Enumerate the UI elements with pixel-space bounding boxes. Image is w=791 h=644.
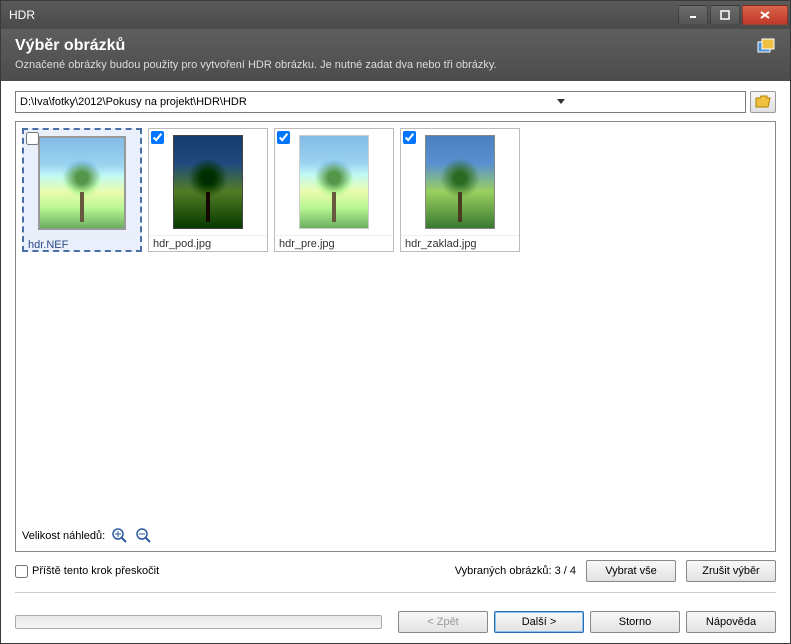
- hdr-dialog: HDR Výběr obrázků Označené obrázky budou…: [0, 0, 791, 644]
- help-button[interactable]: Nápověda: [686, 611, 776, 633]
- progress-bar: [15, 615, 382, 629]
- thumbnail-image: [275, 129, 393, 235]
- thumb-size-label: Velikost náhledů:: [22, 530, 105, 542]
- thumbnail-image: [401, 129, 519, 235]
- thumbnail-item[interactable]: hdr.NEF: [22, 128, 142, 252]
- skip-row: Příště tento krok přeskočit Vybraných ob…: [15, 552, 776, 590]
- zoom-in-icon: [112, 528, 128, 544]
- close-button[interactable]: [742, 5, 788, 25]
- thumbnail-item[interactable]: hdr_pre.jpg: [274, 128, 394, 252]
- maximize-icon: [720, 10, 730, 20]
- thumbnail-checkbox[interactable]: [277, 131, 290, 144]
- wizard-footer: < Zpět Další > Storno Nápověda: [1, 611, 790, 643]
- chevron-down-icon: [557, 99, 565, 105]
- browse-button[interactable]: [750, 91, 776, 113]
- back-button[interactable]: < Zpět: [398, 611, 488, 633]
- thumbnail-checkbox[interactable]: [26, 132, 39, 145]
- clear-selection-button[interactable]: Zrušit výběr: [686, 560, 776, 582]
- thumbnail-checkbox[interactable]: [403, 131, 416, 144]
- path-dropdown-icon[interactable]: [381, 99, 742, 105]
- thumbnail-item[interactable]: hdr_zaklad.jpg: [400, 128, 520, 252]
- header-subtitle: Označené obrázky budou použity pro vytvo…: [15, 59, 748, 71]
- zoom-out-button[interactable]: [135, 527, 153, 545]
- zoom-in-button[interactable]: [111, 527, 129, 545]
- skip-label: Příště tento krok přeskočit: [32, 565, 159, 577]
- content-area: D:\Iva\fotky\2012\Pokusy na projekt\HDR\…: [1, 81, 790, 611]
- thumbnail-filename: hdr_pod.jpg: [149, 235, 267, 252]
- window-title: HDR: [9, 8, 678, 22]
- minimize-icon: [688, 10, 698, 20]
- header-images-icon: [756, 37, 776, 57]
- window-buttons: [678, 5, 788, 25]
- zoom-out-icon: [136, 528, 152, 544]
- thumbnail-filename: hdr.NEF: [24, 236, 140, 253]
- path-row: D:\Iva\fotky\2012\Pokusy na projekt\HDR\…: [15, 91, 776, 113]
- thumbnail-image: [149, 129, 267, 235]
- skip-checkbox-label[interactable]: Příště tento krok přeskočit: [15, 565, 159, 578]
- select-all-button[interactable]: Vybrat vše: [586, 560, 676, 582]
- thumbnail-image: [24, 130, 140, 236]
- skip-checkbox[interactable]: [15, 565, 28, 578]
- next-button[interactable]: Další >: [494, 611, 584, 633]
- header-title: Výběr obrázků: [15, 37, 748, 55]
- maximize-button[interactable]: [710, 5, 740, 25]
- folder-open-icon: [755, 95, 771, 109]
- path-value: D:\Iva\fotky\2012\Pokusy na projekt\HDR\…: [20, 96, 381, 108]
- thumbnail-checkbox[interactable]: [151, 131, 164, 144]
- selected-count: Vybraných obrázků: 3 / 4: [455, 565, 576, 577]
- dialog-header: Výběr obrázků Označené obrázky budou pou…: [1, 29, 790, 81]
- thumbnail-filename: hdr_pre.jpg: [275, 235, 393, 252]
- thumbnail-footer: Velikost náhledů:: [22, 521, 769, 545]
- cancel-button[interactable]: Storno: [590, 611, 680, 633]
- thumbnail-area: hdr.NEF hdr_pod.jpg hdr_pre.jpg hdr_zakl…: [15, 121, 776, 552]
- thumbnail-item[interactable]: hdr_pod.jpg: [148, 128, 268, 252]
- thumbnail-filename: hdr_zaklad.jpg: [401, 235, 519, 252]
- close-icon: [759, 10, 771, 20]
- thumbnail-grid: hdr.NEF hdr_pod.jpg hdr_pre.jpg hdr_zakl…: [22, 128, 769, 252]
- path-field[interactable]: D:\Iva\fotky\2012\Pokusy na projekt\HDR\…: [15, 91, 746, 113]
- separator: [15, 592, 776, 593]
- titlebar[interactable]: HDR: [1, 1, 790, 29]
- minimize-button[interactable]: [678, 5, 708, 25]
